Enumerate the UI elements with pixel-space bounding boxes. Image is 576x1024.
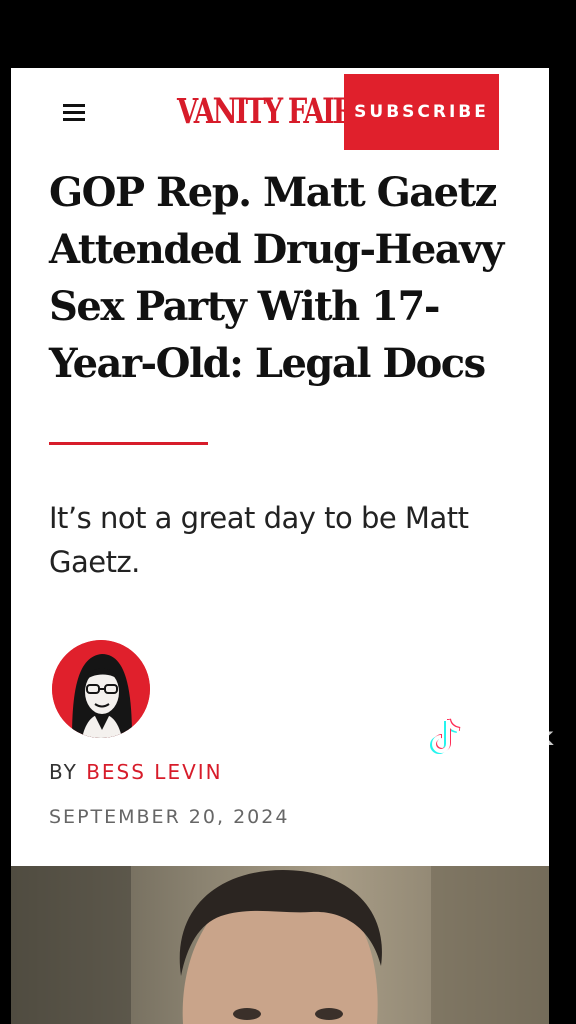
hero-photo [11, 866, 549, 1024]
article-page: VANITY FAIR SUBSCRIBE GOP Rep. Matt Gaet… [11, 68, 549, 1024]
article-headline: GOP Rep. Matt Gaetz Attended Drug-Heavy … [49, 169, 504, 387]
site-header: VANITY FAIR SUBSCRIBE [11, 68, 549, 156]
tiktok-wordmark: TikTok [466, 722, 553, 751]
subscribe-button[interactable]: SUBSCRIBE [344, 74, 499, 150]
article-dek: It’s not a great day to be Matt Gaetz. [49, 501, 469, 579]
tiktok-logo-icon [430, 718, 461, 754]
author-portrait-icon [52, 640, 150, 738]
author-link[interactable]: BESS LEVIN [86, 760, 222, 784]
byline-prefix: BY [49, 760, 78, 784]
author-avatar[interactable] [52, 640, 150, 738]
byline: BY BESS LEVIN [49, 760, 223, 784]
hamburger-menu-icon[interactable] [63, 102, 87, 122]
site-logo[interactable]: VANITY FAIR [177, 92, 355, 132]
publish-date: SEPTEMBER 20, 2024 [49, 806, 290, 828]
hero-image [11, 866, 549, 1024]
headline-divider [49, 442, 208, 445]
video-frame: VANITY FAIR SUBSCRIBE GOP Rep. Matt Gaet… [0, 0, 576, 1024]
tiktok-watermark: TikTok @lala777747 [428, 718, 576, 788]
tiktok-username: @lala777747 [438, 764, 544, 783]
